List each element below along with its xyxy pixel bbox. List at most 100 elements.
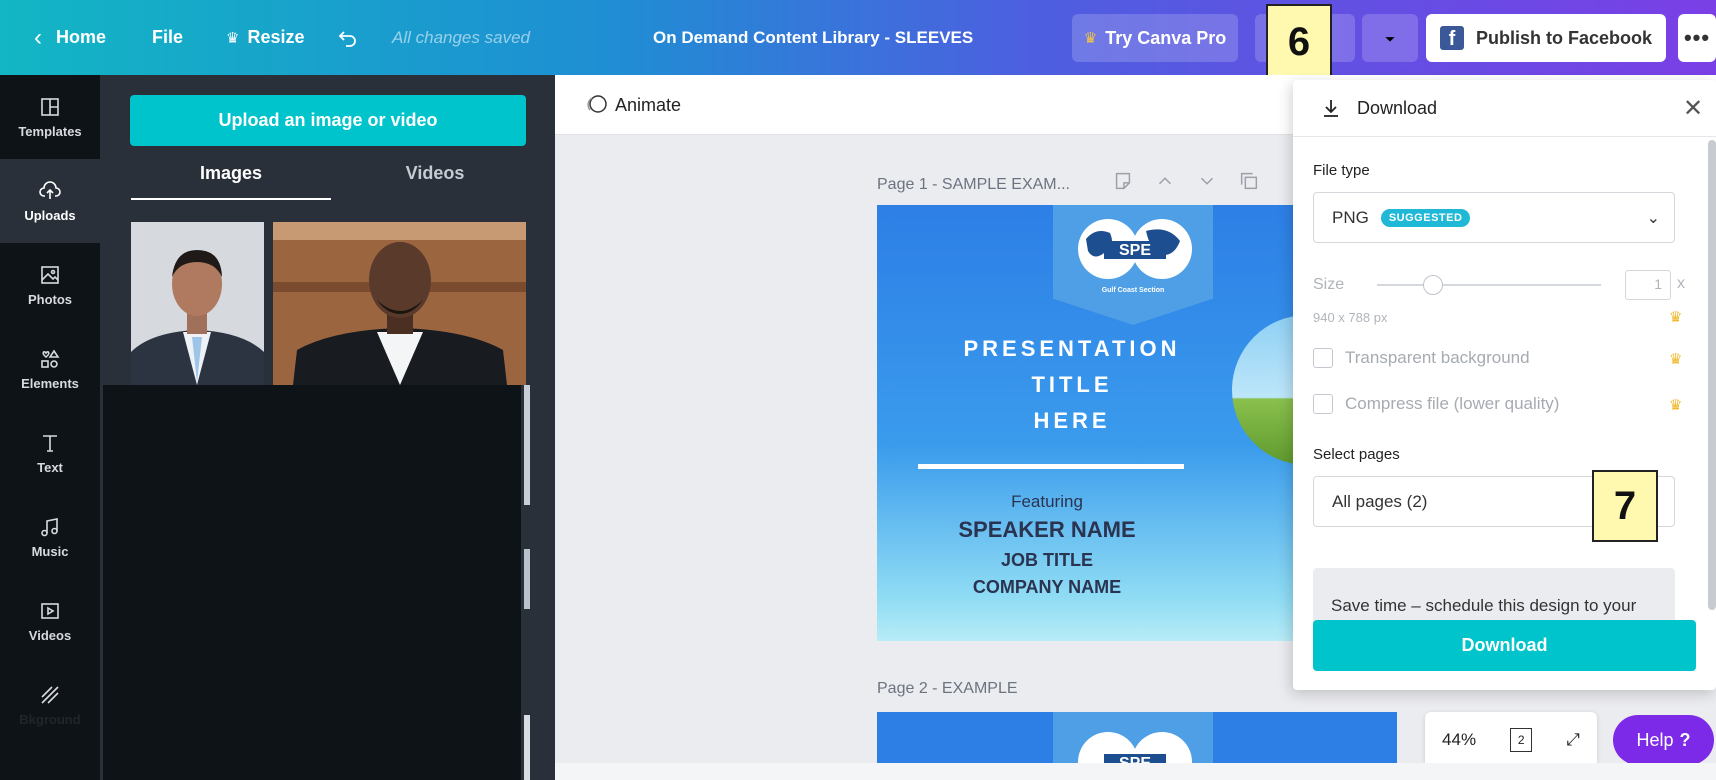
transparent-label: Transparent background	[1345, 348, 1530, 367]
job-title[interactable]: JOB TITLE	[897, 550, 1197, 571]
home-label: Home	[56, 27, 107, 47]
compress-label: Compress file (lower quality)	[1345, 394, 1560, 413]
crown-icon: ♛	[1669, 351, 1683, 368]
size-input[interactable]: 1	[1625, 270, 1671, 300]
size-slider-track[interactable]	[1377, 284, 1601, 286]
featuring-text[interactable]: Featuring	[897, 492, 1197, 512]
download-icon	[1385, 37, 1395, 42]
uploads-panel: Upload an image or video Images Videos	[100, 75, 555, 780]
person-photo	[131, 222, 264, 385]
spe-logo: SPE	[1078, 219, 1192, 279]
chevron-up-icon[interactable]	[1154, 170, 1176, 192]
top-bar: ‹ Home File ♛ Resize All changes saved O…	[0, 0, 1716, 75]
checkbox[interactable]	[1313, 394, 1333, 414]
speaker-name[interactable]: SPEAKER NAME	[897, 517, 1197, 543]
step-badge-7: 7	[1592, 470, 1658, 542]
zoom-level[interactable]: 44%	[1442, 730, 1476, 750]
rail-item-videos[interactable]: Videos	[0, 579, 100, 663]
page-1-title[interactable]: Page 1 - SAMPLE EXAM...	[877, 176, 1070, 194]
fullscreen-icon[interactable]: ⤢	[1566, 730, 1580, 750]
undo-button[interactable]	[336, 0, 360, 75]
size-multiplier: x	[1677, 275, 1685, 292]
rail-label: Bkground	[19, 712, 81, 727]
rail-item-templates[interactable]: Templates	[0, 75, 100, 159]
file-type-select[interactable]: PNG SUGGESTED ⌄	[1313, 192, 1675, 243]
zoom-controls: 44% 2 ⤢	[1425, 712, 1597, 768]
templates-icon	[41, 98, 59, 116]
logo-subtitle: Gulf Coast Section	[1101, 287, 1165, 294]
animate-label: Animate	[615, 94, 682, 115]
uploaded-image[interactable]	[273, 222, 526, 385]
image-thumbnail-edge[interactable]	[524, 715, 530, 780]
animate-button[interactable]: Animate	[585, 93, 681, 117]
crown-icon: ♛	[1669, 309, 1683, 326]
more-icon: •••	[1683, 25, 1711, 50]
slide-title[interactable]: PRESENTATION TITLE HERE	[922, 331, 1222, 439]
duplicate-icon[interactable]	[1238, 170, 1260, 192]
help-button[interactable]: Help ?	[1613, 715, 1714, 765]
try-pro-label: Try Canva Pro	[1105, 27, 1227, 48]
tab-videos[interactable]: Videos	[335, 163, 535, 193]
image-thumbnail-edge[interactable]	[524, 385, 530, 505]
resize-label: Resize	[247, 27, 305, 47]
rail-item-uploads[interactable]: Uploads	[0, 159, 100, 243]
more-options-button[interactable]: •••	[1678, 14, 1716, 62]
facebook-icon: f	[1439, 26, 1464, 50]
left-rail: Templates Uploads Photos Elements Text M…	[0, 75, 100, 780]
crown-icon: ♛	[226, 29, 240, 47]
active-tab-indicator	[131, 198, 331, 200]
download-button[interactable]: Download	[1313, 620, 1696, 671]
chevron-down-icon[interactable]	[1196, 170, 1218, 192]
tab-images[interactable]: Images	[131, 163, 331, 193]
music-icon	[41, 518, 58, 537]
transparent-background-option[interactable]: Transparent background	[1313, 348, 1530, 368]
elements-icon	[41, 349, 60, 368]
divider	[1293, 136, 1716, 137]
company-name[interactable]: COMPANY NAME	[897, 577, 1197, 598]
note-icon[interactable]	[1112, 170, 1134, 192]
image-thumbnail-edge[interactable]	[524, 549, 530, 609]
videos-icon	[41, 603, 59, 619]
compress-file-option[interactable]: Compress file (lower quality)	[1313, 394, 1559, 414]
chevron-down-icon: ⌄	[1646, 209, 1660, 227]
file-type-value: PNG	[1332, 207, 1369, 227]
dimensions-text: 940 x 788 px	[1313, 310, 1388, 325]
close-icon[interactable]: ✕	[1683, 94, 1703, 123]
rail-label: Text	[37, 460, 63, 475]
rail-item-elements[interactable]: Elements	[0, 327, 100, 411]
images-grid-area	[103, 385, 521, 780]
select-pages-label: Select pages	[1313, 446, 1400, 463]
document-title[interactable]: On Demand Content Library - SLEEVES	[653, 0, 973, 75]
uploads-icon	[39, 181, 61, 199]
rail-item-background[interactable]: Bkground	[0, 663, 100, 747]
page-2-title[interactable]: Page 2 - EXAMPLE	[877, 680, 1018, 698]
try-pro-button[interactable]: ♛ Try Canva Pro	[1072, 14, 1238, 62]
rail-item-photos[interactable]: Photos	[0, 243, 100, 327]
rail-item-text[interactable]: Text	[0, 411, 100, 495]
text-icon	[43, 435, 57, 452]
schedule-promo[interactable]: Save time – schedule this design to your	[1313, 568, 1675, 628]
title-line: PRESENTATION	[963, 336, 1181, 361]
help-label: Help	[1636, 729, 1674, 750]
page-count-button[interactable]: 2	[1510, 728, 1533, 752]
file-menu[interactable]: File	[152, 0, 183, 75]
size-slider-handle[interactable]	[1423, 275, 1443, 295]
rail-item-music[interactable]: Music	[0, 495, 100, 579]
publish-facebook-button[interactable]: f Publish to Facebook	[1426, 14, 1666, 62]
crown-icon: ♛	[1083, 30, 1098, 47]
checkbox[interactable]	[1313, 348, 1333, 368]
title-line: TITLE	[1031, 372, 1113, 397]
download-panel-title: Download	[1357, 97, 1438, 118]
rail-label: Templates	[18, 124, 82, 139]
crown-icon: ♛	[1669, 397, 1683, 414]
uploaded-image[interactable]	[131, 222, 264, 385]
save-status: All changes saved	[392, 27, 530, 47]
download-toolbar-button[interactable]	[1362, 14, 1418, 62]
horizontal-scrollbar[interactable]	[555, 763, 1716, 780]
download-panel-scrollbar[interactable]	[1708, 140, 1716, 610]
home-button[interactable]: ‹ Home	[34, 0, 106, 75]
publish-label: Publish to Facebook	[1475, 27, 1653, 48]
upload-button[interactable]: Upload an image or video	[130, 95, 526, 146]
resize-button[interactable]: ♛ Resize	[226, 0, 305, 75]
download-panel-header: Download	[1319, 96, 1437, 120]
